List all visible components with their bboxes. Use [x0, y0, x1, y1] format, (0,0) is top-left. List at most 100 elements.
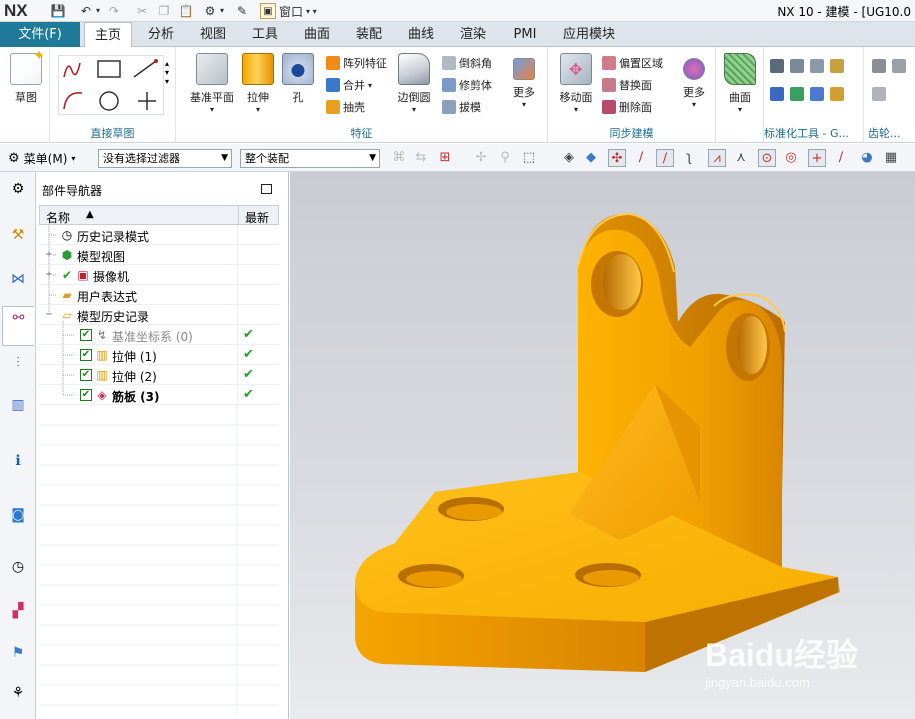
checkbox[interactable]: ✔	[80, 369, 92, 381]
window-icon[interactable]: ▣	[260, 3, 276, 19]
tab-pmi[interactable]: PMI	[502, 22, 548, 47]
standard-tool-8-icon[interactable]	[830, 87, 844, 101]
undo-dropdown-icon[interactable]: ▾	[94, 3, 102, 19]
datum-plane-button[interactable]: 基准平面 ▾	[188, 53, 236, 114]
tab-surface[interactable]: 曲面	[294, 22, 340, 47]
select-by-type-icon[interactable]: ⚲	[496, 149, 514, 167]
extrude-button[interactable]: 拉伸 ▾	[240, 53, 276, 114]
point-on-surface-icon[interactable]: ◕	[858, 149, 876, 167]
touch-mode-icon[interactable]: ✎	[234, 3, 250, 19]
mid-point-icon[interactable]: ∕	[656, 149, 674, 167]
snap-point-on-icon[interactable]: ✣	[608, 149, 626, 167]
window-menu-dropdown-icon[interactable]: ▾ ▾	[306, 7, 317, 16]
existing-point-icon[interactable]: +	[808, 149, 826, 167]
history-palette-icon[interactable]: ◙	[7, 504, 29, 526]
sort-ascending-icon[interactable]: ▲	[86, 209, 94, 220]
end-point-icon[interactable]: ∕	[632, 149, 650, 167]
gear-tool-3-icon[interactable]	[872, 87, 886, 101]
arc-center-icon[interactable]: ⋏	[732, 149, 750, 167]
move-face-button[interactable]: ✥ 移动面 ▾	[556, 53, 596, 114]
standard-tool-2-icon[interactable]	[790, 59, 804, 73]
features-more-dropdown-icon[interactable]: ▾	[506, 100, 542, 109]
select-feature-icon[interactable]: ⇆	[412, 149, 430, 167]
checkbox[interactable]: ✔	[80, 389, 92, 401]
undo-icon[interactable]: ↶	[78, 3, 94, 19]
delete-face-button[interactable]: 删除面	[602, 99, 652, 115]
edge-blend-button[interactable]: 边倒圆 ▾	[394, 53, 434, 114]
standard-tool-5-icon[interactable]	[770, 87, 784, 101]
extrude-dropdown-icon[interactable]: ▾	[240, 105, 276, 114]
offset-region-button[interactable]: 偏置区域	[602, 55, 663, 71]
sketch-button[interactable]: ✦ 草图	[6, 48, 46, 105]
replace-face-button[interactable]: 替换面	[602, 77, 652, 93]
draft-button[interactable]: 拔模	[442, 99, 481, 115]
sketch-gallery-scroll-icon[interactable]: ▴ ▾ ▾	[165, 59, 169, 86]
tab-tools[interactable]: 工具	[242, 22, 288, 47]
system-materials-icon[interactable]: ▞	[7, 600, 29, 622]
tab-application[interactable]: 应用模块	[556, 22, 622, 47]
selection-filter-select[interactable]: 没有选择过滤器 ▼	[98, 149, 232, 168]
shell-button[interactable]: 抽壳	[326, 99, 365, 115]
surface-dropdown-icon[interactable]: ▾	[720, 105, 760, 114]
standard-tool-6-icon[interactable]	[790, 87, 804, 101]
move-face-dropdown-icon[interactable]: ▾	[556, 105, 596, 114]
process-studio-icon[interactable]: ⚑	[7, 642, 29, 664]
selection-options-icon[interactable]: ⊞	[436, 149, 454, 167]
select-body-icon[interactable]: ◈	[560, 149, 578, 167]
circle-center-icon[interactable]: ⊙	[758, 149, 776, 167]
tab-file[interactable]: 文件(F)	[0, 22, 80, 47]
chamfer-button[interactable]: 倒斜角	[442, 55, 492, 71]
repeat-command-icon[interactable]: ⚙	[202, 3, 218, 19]
standard-tool-7-icon[interactable]	[810, 87, 824, 101]
control-point-icon[interactable]: ʅ	[680, 149, 698, 167]
unite-dropdown-icon[interactable]: ▾	[368, 81, 372, 90]
column-latest[interactable]: 最新	[245, 209, 269, 226]
trim-body-button[interactable]: 修剪体	[442, 77, 492, 93]
graphics-window[interactable]: Baidu经验 jingyan.baidu.com	[290, 172, 915, 719]
datum-plane-dropdown-icon[interactable]: ▾	[188, 105, 236, 114]
checkbox[interactable]: ✔	[80, 349, 92, 361]
assembly-navigator-icon[interactable]: ⚒	[7, 224, 29, 246]
point-on-curve-icon[interactable]: ∕	[832, 149, 850, 167]
selection-scope-select[interactable]: 整个装配 ▼	[240, 149, 380, 168]
tab-home[interactable]: 主页	[84, 22, 132, 48]
standard-tool-1-icon[interactable]	[770, 59, 784, 73]
tab-view[interactable]: 视图	[190, 22, 236, 47]
quadrant-point-icon[interactable]: ◎	[782, 149, 800, 167]
pattern-feature-button[interactable]: 阵列特征	[326, 55, 387, 71]
part-navigator-icon[interactable]: ⚯	[2, 306, 34, 346]
sync-more-button[interactable]: 更多 ▾	[676, 53, 712, 109]
reuse-library-icon[interactable]: ⫶	[7, 352, 29, 374]
checkbox[interactable]: ✔	[80, 329, 92, 341]
maximize-icon[interactable]	[261, 184, 272, 194]
constraint-navigator-icon[interactable]: ⋈	[7, 268, 29, 290]
save-icon[interactable]: 💾	[50, 3, 66, 19]
standard-tool-3-icon[interactable]	[810, 59, 824, 73]
tab-analysis[interactable]: 分析	[138, 22, 184, 47]
bounded-grid-icon[interactable]: ▦	[882, 149, 900, 167]
copy-icon[interactable]: ❐	[156, 3, 172, 19]
standard-tool-4-icon[interactable]	[830, 59, 844, 73]
column-name[interactable]: 名称	[46, 209, 70, 226]
tab-render[interactable]: 渲染	[450, 22, 496, 47]
hole-button[interactable]: 孔	[280, 53, 316, 105]
web-browser-icon[interactable]: ℹ	[7, 450, 29, 472]
snap-icon[interactable]: ✢	[472, 149, 490, 167]
features-more-button[interactable]: 更多 ▾	[506, 53, 542, 109]
paste-icon[interactable]: 📋	[178, 3, 194, 19]
tab-assembly[interactable]: 装配	[346, 22, 392, 47]
rectangle-select-icon[interactable]: ⬚	[520, 149, 538, 167]
unite-button[interactable]: 合并 ▾	[326, 77, 372, 93]
general-select-icon[interactable]: ⌘	[390, 149, 408, 167]
settings-gear-icon[interactable]: ⚙	[7, 178, 29, 200]
gear-tool-1-icon[interactable]	[872, 59, 886, 73]
manufacturing-wizard-icon[interactable]: ⚘	[7, 682, 29, 704]
window-menu[interactable]: 窗口	[279, 3, 303, 20]
direct-sketch-tools[interactable]	[58, 55, 164, 115]
tab-curve[interactable]: 曲线	[398, 22, 444, 47]
menu-button[interactable]: ⚙ 菜单(M) ▾	[8, 150, 75, 167]
surface-button[interactable]: 曲面 ▾	[720, 53, 760, 114]
sync-more-dropdown-icon[interactable]: ▾	[676, 100, 712, 109]
intersection-point-icon[interactable]: ⩘	[708, 149, 726, 167]
hd3d-tools-icon[interactable]: ▥	[7, 394, 29, 416]
